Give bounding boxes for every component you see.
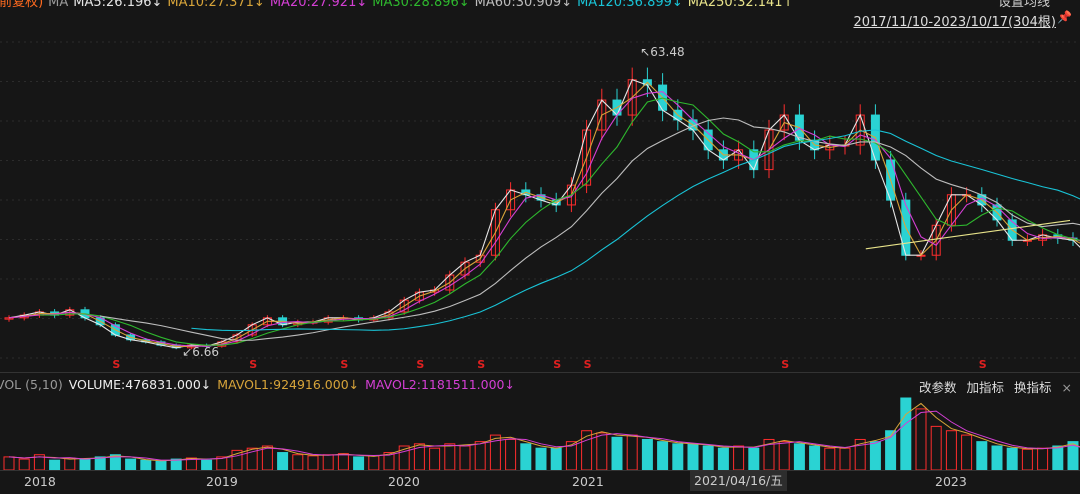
volume-bar [429, 447, 441, 471]
x-tick-2018: 2018 [24, 474, 56, 489]
volume-bar [641, 438, 653, 471]
add-indicator-button[interactable]: 加指标 [966, 380, 1004, 395]
signal-marker: S [112, 358, 120, 371]
volume-bar [79, 458, 91, 471]
volume-bar [717, 447, 729, 471]
volume-bar [520, 443, 532, 471]
ma-line-2 [8, 91, 1080, 347]
mavol2-value: MAVOL2:1181511.000↓ [365, 377, 515, 392]
volume-bar [778, 441, 790, 471]
signal-marker: S [979, 358, 987, 371]
x-tick-2021: 2021 [572, 474, 604, 489]
volume-bar [945, 430, 957, 471]
ma-line-1 [8, 81, 1080, 347]
volume-bar [64, 457, 76, 471]
volume-legend: VOL (5,10) VOLUME:476831.000↓ MAVOL1:92491… [0, 377, 521, 392]
volume-bar [824, 447, 836, 471]
low-price-annotation: ↙6.66 [182, 345, 219, 359]
volume-bar [322, 454, 334, 471]
signal-marker: S [553, 358, 561, 371]
signal-marker: S [249, 358, 257, 371]
cursor-date-label: 2021/04/16/五 [690, 471, 787, 491]
volume-bar [657, 441, 669, 471]
volume-bar [733, 445, 745, 471]
volume-bar [474, 441, 486, 471]
volume-bar [915, 408, 927, 471]
volume-bar [353, 456, 365, 471]
x-tick-2019: 2019 [206, 474, 238, 489]
volume-bar [991, 445, 1003, 471]
volume-bar [3, 456, 15, 471]
price-chart[interactable]: ↖63.48 ↙6.66 S S S S S S S S S [0, 0, 1080, 494]
panel-divider [0, 372, 1080, 373]
volume-bar [277, 452, 289, 471]
volume-bar [748, 447, 760, 471]
volume-bar [793, 443, 805, 471]
volume-bar [869, 441, 881, 471]
volume-bar [1052, 445, 1064, 471]
volume-bar [976, 441, 988, 471]
vol-indicator-name: VOL (5,10) [0, 377, 63, 392]
high-price-annotation: ↖63.48 [640, 45, 684, 59]
volume-bar [368, 455, 380, 471]
volume-bar [839, 447, 851, 471]
volume-bar [535, 447, 547, 471]
volume-bar [596, 432, 608, 471]
mavol1-value: MAVOL1:924916.000↓ [217, 377, 360, 392]
volume-bar [672, 443, 684, 471]
volume-bar [292, 454, 304, 471]
volume-bar [505, 438, 517, 471]
signal-marker: S [781, 358, 789, 371]
ma-line-0 [8, 79, 1080, 349]
volume-bar [49, 459, 61, 471]
volume-bar [201, 459, 213, 471]
edit-params-button[interactable]: 改参数 [919, 380, 957, 395]
ma-line-3 [39, 97, 1080, 346]
volume-bar [930, 425, 942, 471]
volume-bar [702, 445, 714, 471]
signal-marker: S [477, 358, 485, 371]
volume-bar [961, 434, 973, 471]
close-icon[interactable]: × [1062, 380, 1072, 395]
volume-bar [1006, 447, 1018, 471]
volume-bar [155, 460, 167, 471]
signal-marker: S [584, 358, 592, 371]
volume-bar [900, 397, 912, 471]
volume-bar [307, 455, 319, 471]
volume-bar [809, 445, 821, 471]
volume-bar [94, 456, 106, 471]
axis-divider [0, 470, 1080, 471]
volume-bar [125, 458, 137, 471]
volume-bar [459, 445, 471, 471]
volume-bar [444, 443, 456, 471]
signal-marker: S [416, 358, 424, 371]
x-tick-2023: 2023 [935, 474, 967, 489]
switch-indicator-button[interactable]: 换指标 [1014, 380, 1052, 395]
signal-marker: S [340, 358, 348, 371]
volume-bar [1037, 447, 1049, 471]
volume-bar [550, 447, 562, 471]
volume-actions: 改参数 加指标 换指标 × [909, 377, 1072, 396]
volume-bar [626, 434, 638, 471]
volume-bar [337, 453, 349, 471]
volume-value: VOLUME:476831.000↓ [68, 377, 212, 392]
volume-bar [1021, 448, 1033, 471]
volume-bar [261, 445, 273, 471]
volume-bar [140, 459, 152, 471]
volume-bar [687, 443, 699, 471]
volume-bar [18, 458, 30, 471]
x-tick-2020: 2020 [388, 474, 420, 489]
volume-bar [611, 436, 623, 471]
